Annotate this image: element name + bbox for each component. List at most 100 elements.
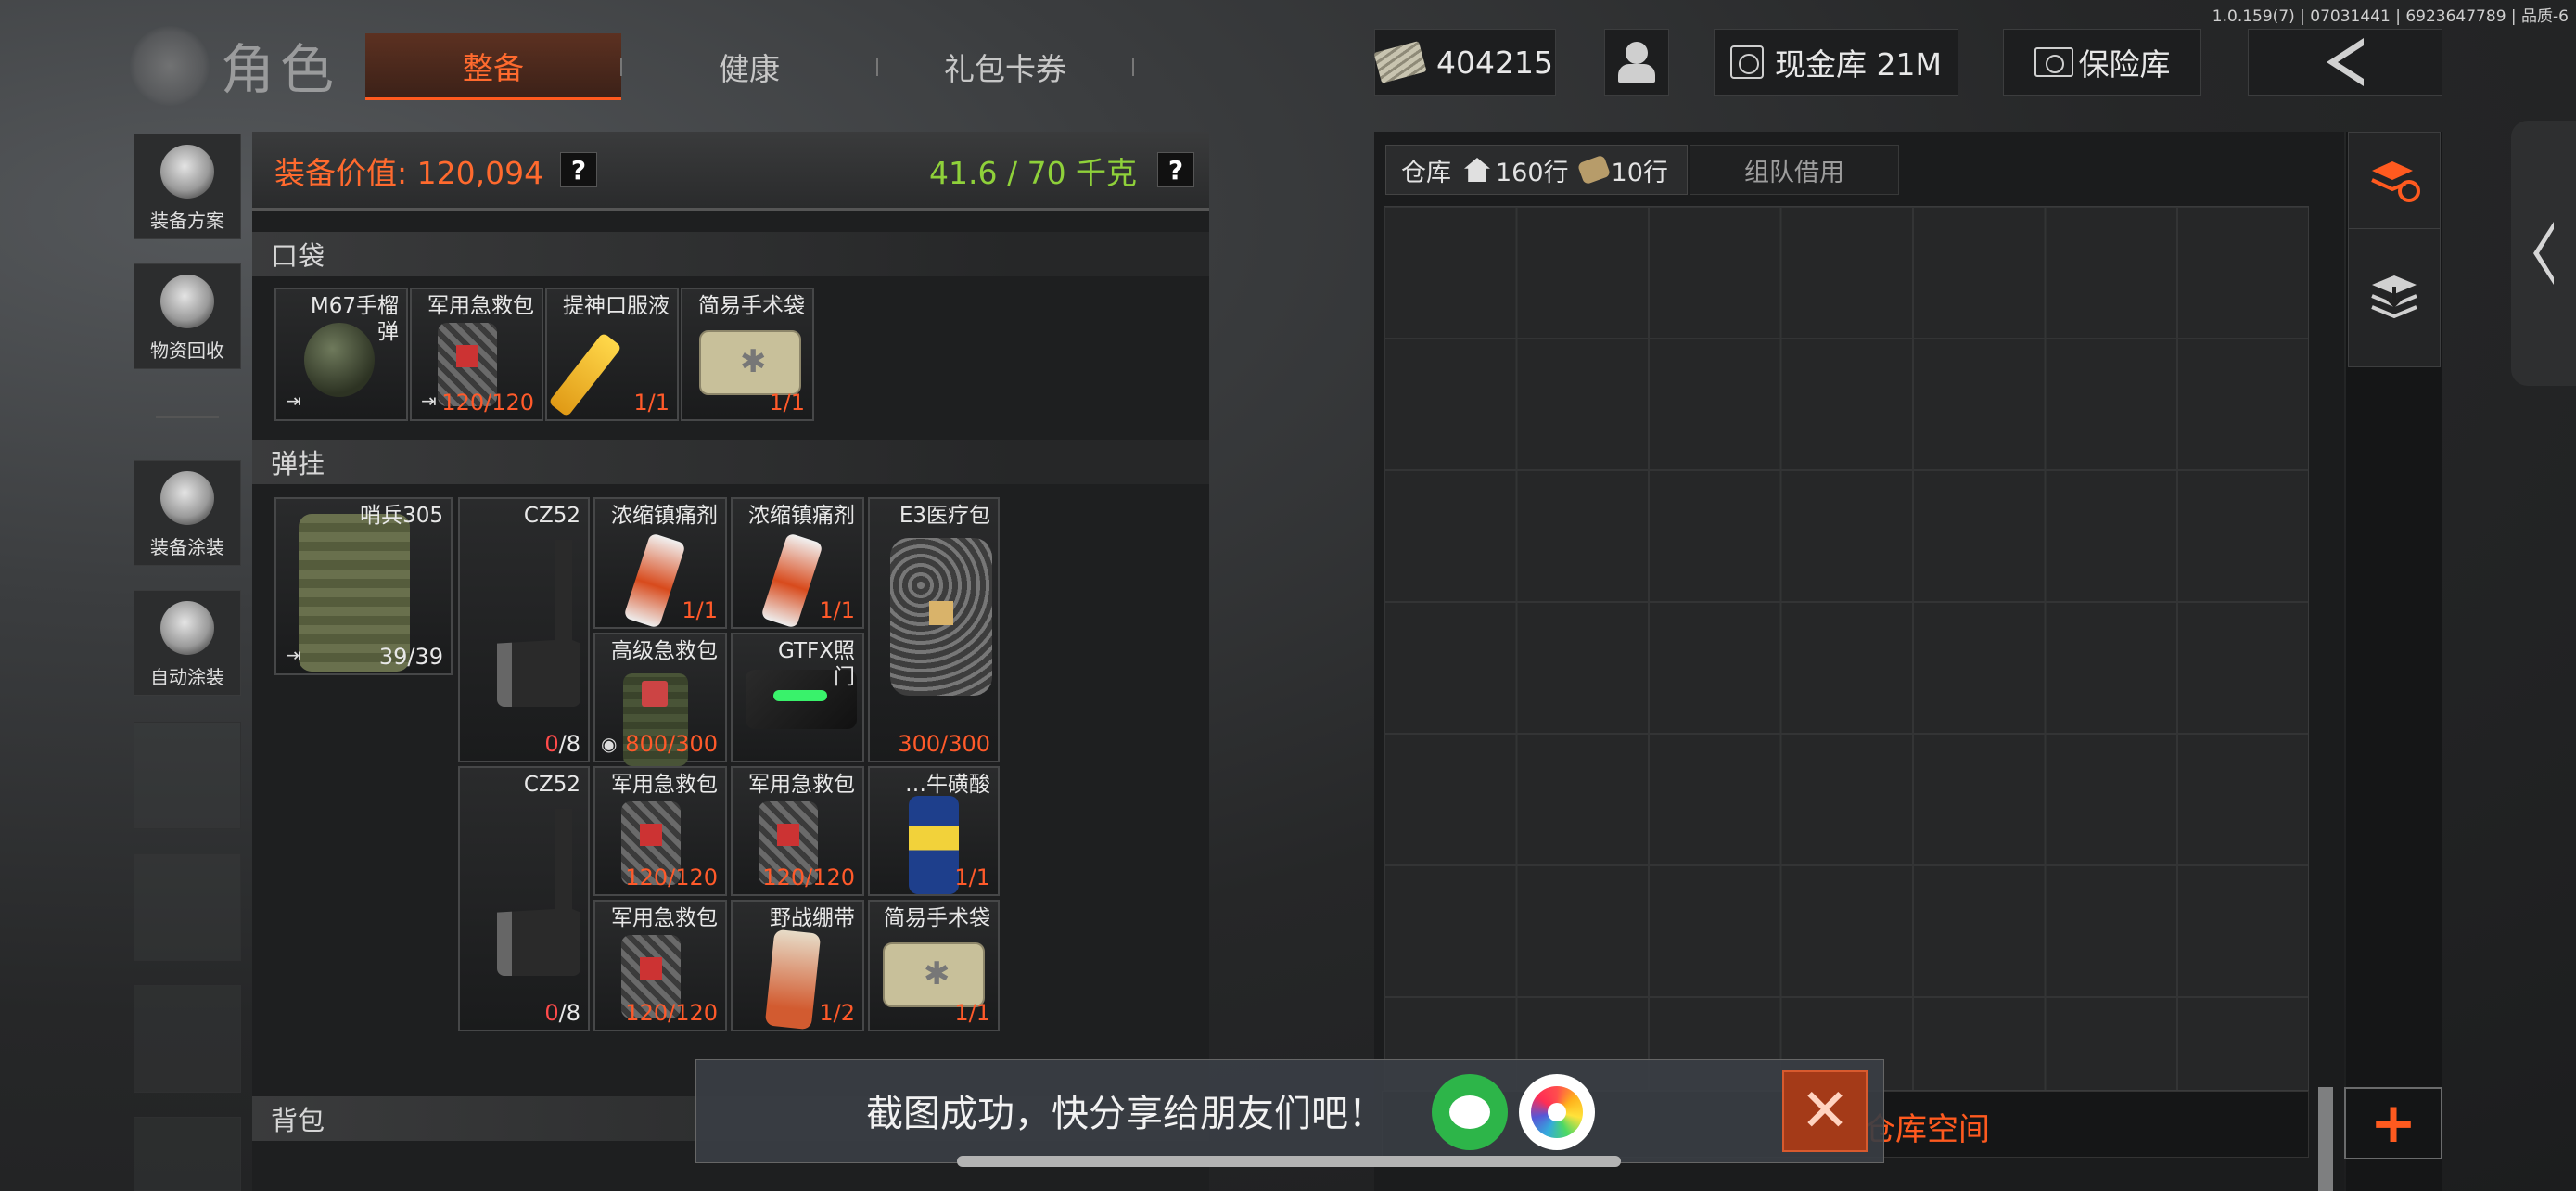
cash-vault-label: 现金库 21M	[1775, 46, 1942, 83]
sidebar-item-recycle[interactable]: 物资回收	[134, 263, 241, 369]
sidebar-item-gear-skins[interactable]: 装备涂装	[134, 460, 241, 566]
item-durability: 120/120	[625, 864, 718, 890]
helmet-paint-icon	[160, 471, 214, 525]
safe-label: 保险库	[2078, 46, 2171, 83]
item-name: 简易手术袋	[884, 906, 990, 930]
add-space-button[interactable]: +	[2344, 1087, 2442, 1159]
vest-slot[interactable]: 哨兵305 ⇥ 39/39	[274, 497, 453, 675]
weight-help-button[interactable]: ?	[1157, 152, 1194, 187]
item-slot[interactable]: 军用急救包 120/120	[593, 766, 727, 896]
sidebar-empty-slot	[134, 853, 241, 961]
store-all-button[interactable]	[2348, 228, 2441, 367]
item-count: 1/1	[769, 390, 805, 416]
sort-icon	[2371, 161, 2420, 202]
item-count: 1/1	[633, 390, 670, 416]
item-slot[interactable]: 浓缩镇痛剂 1/1	[731, 497, 864, 629]
item-name: 提神口服液	[563, 294, 670, 318]
item-durability: 800/300	[625, 731, 718, 757]
item-slot[interactable]: 简易手术袋 1/1	[681, 288, 814, 421]
item-name: E3医疗包	[899, 504, 990, 528]
rig-section-title: 弹挂	[252, 440, 1209, 484]
tab-warehouse[interactable]: 仓库 160行 10行	[1385, 145, 1688, 195]
item-slot[interactable]: …牛磺酸 1/1	[868, 766, 1000, 896]
energy-drink-icon	[909, 796, 959, 894]
item-slot[interactable]: GTFX照门	[731, 633, 864, 762]
toast-message: 截图成功，快分享给朋友们吧！	[866, 1093, 1385, 1135]
ammo-count: 0/8	[544, 1000, 580, 1026]
operator-icon	[1616, 40, 1657, 84]
sidebar-divider	[156, 416, 219, 418]
item-slot[interactable]: 高级急救包 ◉ 800/300	[593, 633, 727, 766]
gear-value-help-button[interactable]: ?	[560, 152, 597, 187]
operator-button[interactable]	[1604, 29, 1669, 96]
helmet-icon	[160, 145, 214, 198]
item-name: …牛磺酸	[905, 773, 990, 797]
cash-balance[interactable]: 404215	[1373, 29, 1556, 96]
warehouse-scrollbar[interactable]	[2318, 1087, 2333, 1191]
sort-button[interactable]	[2348, 132, 2441, 232]
item-slot[interactable]: 野战绷带 1/2	[731, 900, 864, 1031]
marked-icon: ◉	[601, 733, 618, 755]
back-button[interactable]	[2248, 29, 2442, 96]
item-slot[interactable]: 军用急救包 ⇥ 120/120	[410, 288, 543, 421]
warehouse-home-rows: 160行	[1496, 158, 1569, 187]
item-slot[interactable]: 军用急救包 120/120	[731, 766, 864, 896]
home-icon	[1464, 158, 1490, 182]
item-slot[interactable]: 军用急救包 120/120	[593, 900, 727, 1031]
item-name: 野战绷带	[770, 906, 855, 930]
version-info: 1.0.159(7) | 07031441 | 6923647789 | 品质-…	[2212, 7, 2569, 26]
item-slot[interactable]: E3医疗包 300/300	[868, 497, 1000, 762]
item-name: 哨兵305	[360, 504, 443, 528]
item-count: 1/1	[682, 597, 718, 623]
item-slot[interactable]: 简易手术袋 1/1	[868, 900, 1000, 1031]
share-wechat-button[interactable]	[1432, 1074, 1508, 1150]
close-toast-button[interactable]: ✕	[1782, 1070, 1868, 1152]
warehouse-grid[interactable]	[1384, 206, 2309, 1091]
sidebar-item-label: 装备涂装	[150, 536, 224, 558]
tab-divider	[1132, 58, 1134, 76]
pistol-icon	[497, 540, 580, 707]
brush-icon	[160, 601, 214, 655]
chevron-left-icon	[2327, 38, 2364, 86]
item-durability: 120/120	[762, 864, 855, 890]
layers-icon	[2371, 275, 2417, 319]
item-slot[interactable]: M67手榴弹 ⇥	[274, 288, 408, 421]
item-slot[interactable]: 提神口服液 1/1	[545, 288, 679, 421]
bandage-icon	[764, 928, 822, 1031]
surgical-kit-icon	[699, 330, 801, 395]
ammo-count: 0/8	[544, 731, 580, 757]
cash-amount: 404215	[1436, 44, 1553, 81]
tab-team-borrow[interactable]: 组队借用	[1690, 145, 1899, 195]
exit-icon: ⇥	[286, 644, 301, 666]
character-logo-icon	[130, 26, 210, 106]
injector-icon	[548, 332, 622, 417]
tab-gift-coupons[interactable]: 礼包卡券	[877, 33, 1133, 100]
surgical-kit-icon	[883, 942, 985, 1007]
side-drawer-toggle[interactable]	[2511, 121, 2576, 386]
exit-icon: ⇥	[421, 390, 437, 412]
item-count: 1/1	[819, 597, 855, 623]
exit-icon: ⇥	[286, 390, 301, 412]
item-name: 浓缩镇痛剂	[748, 504, 855, 528]
tab-gear[interactable]: 整备	[365, 33, 621, 100]
warehouse-extra-rows: 10行	[1611, 158, 1668, 187]
share-moments-button[interactable]	[1519, 1074, 1595, 1150]
sidebar-item-loadout-plans[interactable]: 装备方案	[134, 134, 241, 239]
home-indicator[interactable]	[957, 1156, 1621, 1167]
warehouse-tab-label: 仓库	[1401, 158, 1451, 187]
item-durability: 120/120	[625, 1000, 718, 1026]
item-slot[interactable]: CZ52 0/8	[458, 766, 590, 1031]
sidebar-item-auto-skin[interactable]: 自动涂装	[134, 590, 241, 696]
safe-icon	[2034, 47, 2073, 77]
chevron-left-icon	[2533, 222, 2554, 285]
pistol-icon	[497, 809, 580, 976]
carry-weight: 41.6 / 70 千克	[929, 155, 1138, 191]
item-name: 军用急救包	[748, 773, 855, 797]
safe-button[interactable]: 保险库	[2003, 29, 2201, 96]
item-slot[interactable]: 浓缩镇痛剂 1/1	[593, 497, 727, 629]
wechat-icon	[1449, 1095, 1490, 1129]
sidebar-empty-slot	[134, 985, 241, 1093]
item-slot[interactable]: CZ52 0/8	[458, 497, 590, 762]
tab-health[interactable]: 健康	[621, 33, 877, 100]
cash-vault-button[interactable]: 现金库 21M	[1714, 29, 1958, 96]
